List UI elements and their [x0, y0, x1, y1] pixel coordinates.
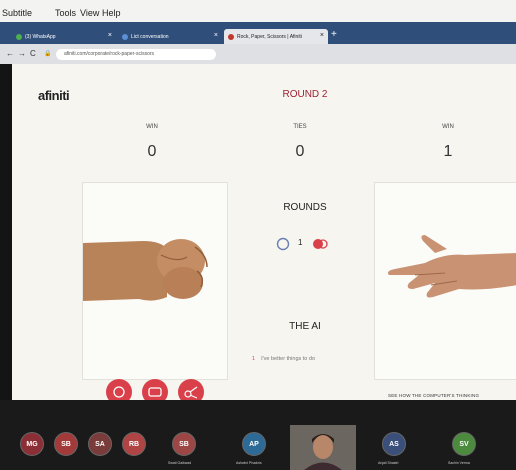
ties-label: TIES: [293, 124, 307, 130]
participant-name: Ashwini Phadnis: [236, 461, 262, 465]
whatsapp-icon: [16, 33, 22, 40]
participant-video-person: [290, 425, 356, 470]
address-bar: ← → C 🔒 afiniti.com/corporate/rock-paper…: [0, 44, 516, 64]
ai-message: 1 I've better things to do: [252, 356, 315, 362]
rock-fist-icon: [83, 239, 208, 301]
participant-avatar[interactable]: SB: [54, 432, 78, 456]
participant-avatar[interactable]: RB: [122, 432, 146, 456]
menu-bar: Subtitle Tools View Help: [0, 0, 516, 22]
ai-message-text: I've better things to do: [261, 356, 316, 362]
computer-win-label: WIN: [442, 124, 454, 130]
ai-title: THE AI: [289, 321, 321, 332]
tab-rock-paper-scissors[interactable]: Rock, Paper, Scissors | Afiniti ×: [224, 29, 328, 44]
participant-avatar[interactable]: MG: [20, 432, 44, 456]
ties-score: 0: [295, 143, 305, 160]
computer-hand-card: [374, 182, 516, 380]
lock-icon: 🔒: [44, 51, 52, 57]
tab-label: Rock, Paper, Scissors | Afiniti: [237, 33, 302, 40]
close-icon[interactable]: ×: [108, 32, 112, 39]
game-page: afiniti ROUND 2 WIN 0 TIES 0 WIN 1 ROUND…: [12, 64, 516, 405]
menu-item-help[interactable]: Help: [102, 8, 121, 18]
tab-whatsapp[interactable]: (3) WhatsApp ×: [12, 29, 116, 44]
player-win-score: 0: [147, 143, 157, 160]
rock-round-icon: [276, 237, 290, 251]
participant-video-tile[interactable]: [290, 425, 356, 470]
menu-item-view[interactable]: View: [80, 8, 99, 18]
rounds-history: 1: [276, 236, 336, 252]
afiniti-logo[interactable]: afiniti: [38, 88, 70, 103]
rounds-title: ROUNDS: [283, 202, 327, 213]
close-icon[interactable]: ×: [320, 32, 324, 39]
tab-favicon-icon: [122, 33, 128, 40]
tab-bar: (3) WhatsApp × Lict conversation × Rock,…: [0, 22, 516, 44]
paper-round-icon: [313, 239, 328, 249]
tab-label: Lict conversation: [131, 33, 169, 40]
paper-hand-icon: [387, 235, 516, 298]
rounds-count: 1: [298, 238, 303, 247]
participant-name: Sachin Verma: [448, 461, 470, 465]
see-computer-thinking-link[interactable]: SEE HOW THE COMPUTER'S THINKING: [388, 393, 479, 398]
participant-avatar[interactable]: AP: [242, 432, 266, 456]
menu-item-tools[interactable]: Tools: [55, 8, 76, 18]
menu-item-subtitle[interactable]: Subtitle: [2, 8, 32, 18]
ai-message-number: 1: [252, 356, 256, 362]
participant-name: Swati Gaikwad: [168, 461, 192, 465]
forward-icon[interactable]: →: [18, 49, 26, 58]
participant-name: Anjali Shastri: [378, 461, 399, 465]
reload-icon[interactable]: C: [30, 49, 36, 58]
tab-label: (3) WhatsApp: [25, 33, 56, 40]
computer-win-score: 1: [443, 143, 453, 160]
player-hand-card: [82, 182, 228, 380]
player-win-label: WIN: [146, 124, 158, 130]
close-icon[interactable]: ×: [214, 32, 218, 39]
new-tab-icon[interactable]: +: [331, 29, 337, 40]
participant-avatar[interactable]: SV: [452, 432, 476, 456]
participant-avatar[interactable]: SB: [172, 432, 196, 456]
afiniti-favicon-icon: [228, 33, 234, 40]
tab-conversation[interactable]: Lict conversation ×: [118, 29, 222, 44]
participant-avatar[interactable]: AS: [382, 432, 406, 456]
url-field[interactable]: afiniti.com/corporate/rock-paper-scissor…: [56, 49, 216, 60]
round-title: ROUND 2: [282, 89, 328, 100]
participant-avatar[interactable]: SA: [88, 432, 112, 456]
back-icon[interactable]: ←: [6, 49, 14, 58]
